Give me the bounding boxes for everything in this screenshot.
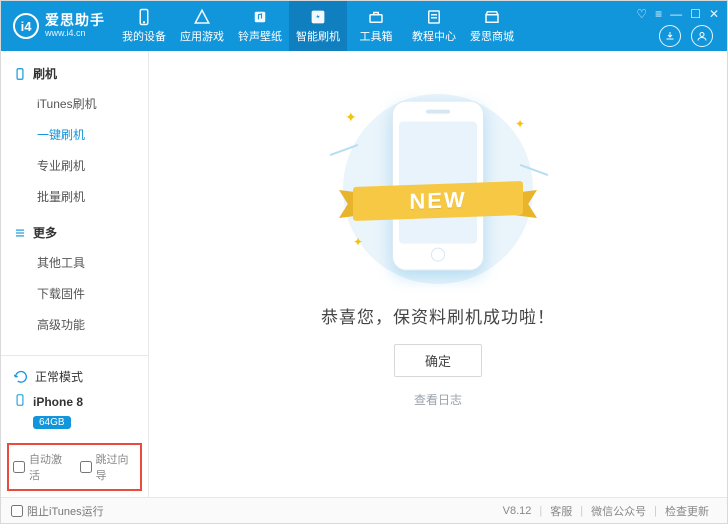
nav-smart-flash[interactable]: 智能刷机 [289, 1, 347, 51]
new-ribbon: NEW [353, 176, 523, 226]
book-icon [425, 8, 443, 26]
sidebar-item-oneclick-flash[interactable]: 一键刷机 [1, 119, 148, 150]
check-update-link[interactable]: 检查更新 [657, 503, 717, 519]
app-header: i4 爱思助手 www.i4.cn 我的设备 应用游戏 铃声壁纸 智能刷机 [1, 1, 727, 51]
music-icon [251, 8, 269, 26]
menu-icon [13, 226, 27, 240]
store-icon [483, 8, 501, 26]
sidebar-group-title: 更多 [33, 224, 57, 241]
phone-icon [13, 67, 27, 81]
device-mode-row[interactable]: 正常模式 [11, 364, 138, 393]
check-auto-activate-input[interactable] [13, 461, 25, 473]
device-icon [135, 8, 153, 26]
apps-icon [193, 8, 211, 26]
nav-apps[interactable]: 应用游戏 [173, 1, 231, 51]
device-row[interactable]: iPhone 8 [11, 393, 138, 414]
ribbon-text: NEW [409, 187, 466, 215]
app-logo: i4 爱思助手 www.i4.cn [1, 1, 115, 51]
main-content: ✦ ✦ ✦ NEW 恭喜您，保资料刷机成功啦！ 确定 查看日志 [149, 51, 727, 497]
toolbox-icon [367, 8, 385, 26]
nav-tutorials[interactable]: 教程中心 [405, 1, 463, 51]
ok-button[interactable]: 确定 [394, 344, 482, 377]
check-skip-wizard-input[interactable] [80, 461, 92, 473]
device-name: iPhone 8 [33, 395, 83, 409]
nav-label: 智能刷机 [296, 28, 340, 44]
top-nav: 我的设备 应用游戏 铃声壁纸 智能刷机 工具箱 教程中心 [115, 1, 636, 51]
sidebar-item-other-tools[interactable]: 其他工具 [1, 247, 148, 278]
view-log-link[interactable]: 查看日志 [414, 391, 462, 408]
logo-badge-icon: i4 [13, 13, 39, 39]
sidebar: 刷机 iTunes刷机 一键刷机 专业刷机 批量刷机 更多 其他工具 下载固件 … [1, 51, 149, 497]
nav-label: 工具箱 [360, 28, 393, 44]
device-mode-label: 正常模式 [35, 368, 83, 385]
flash-options-highlight: 自动激活 跳过向导 [7, 443, 142, 491]
nav-label: 铃声壁纸 [238, 28, 282, 44]
sidebar-group-more: 更多 [1, 220, 148, 247]
check-block-itunes[interactable]: 阻止iTunes运行 [11, 503, 104, 519]
nav-label: 我的设备 [122, 28, 166, 44]
status-bar: 阻止iTunes运行 V8.12 | 客服 | 微信公众号 | 检查更新 [1, 497, 727, 523]
close-icon[interactable]: ✕ [709, 7, 719, 21]
check-block-itunes-label: 阻止iTunes运行 [27, 503, 104, 519]
nav-label: 应用游戏 [180, 28, 224, 44]
sidebar-item-pro-flash[interactable]: 专业刷机 [1, 150, 148, 181]
maximize-icon[interactable]: ☐ [690, 7, 701, 21]
sidebar-group-flash: 刷机 [1, 61, 148, 88]
nav-label: 爱思商城 [470, 28, 514, 44]
app-name: 爱思助手 [45, 13, 105, 28]
sidebar-item-itunes-flash[interactable]: iTunes刷机 [1, 88, 148, 119]
nav-store[interactable]: 爱思商城 [463, 1, 521, 51]
sidebar-item-batch-flash[interactable]: 批量刷机 [1, 181, 148, 212]
sidebar-item-advanced[interactable]: 高级功能 [1, 309, 148, 340]
sparkle-icon: ✦ [353, 235, 363, 249]
nav-ringtones[interactable]: 铃声壁纸 [231, 1, 289, 51]
check-block-itunes-input[interactable] [11, 505, 23, 517]
skin-icon[interactable]: ♡ [636, 7, 647, 21]
account-button[interactable] [691, 25, 713, 47]
nav-my-device[interactable]: 我的设备 [115, 1, 173, 51]
support-link[interactable]: 客服 [542, 503, 580, 519]
check-auto-activate-label: 自动激活 [29, 451, 70, 483]
check-auto-activate[interactable]: 自动激活 [13, 451, 70, 483]
check-skip-wizard-label: 跳过向导 [96, 451, 137, 483]
success-message: 恭喜您，保资料刷机成功啦！ [321, 303, 555, 328]
version-label: V8.12 [495, 505, 540, 517]
download-button[interactable] [659, 25, 681, 47]
sidebar-device-panel: 正常模式 iPhone 8 64GB [1, 355, 148, 435]
menu-icon[interactable]: ≡ [655, 7, 662, 21]
refresh-icon [13, 369, 29, 385]
wechat-link[interactable]: 微信公众号 [583, 503, 654, 519]
sparkle-icon: ✦ [345, 109, 357, 126]
sidebar-item-download-firmware[interactable]: 下载固件 [1, 278, 148, 309]
nav-toolbox[interactable]: 工具箱 [347, 1, 405, 51]
flash-icon [309, 8, 327, 26]
app-url: www.i4.cn [45, 29, 105, 39]
sidebar-group-title: 刷机 [33, 65, 57, 82]
phone-icon [13, 393, 27, 410]
success-illustration: ✦ ✦ ✦ NEW [333, 89, 543, 289]
nav-label: 教程中心 [412, 28, 456, 44]
check-skip-wizard[interactable]: 跳过向导 [80, 451, 137, 483]
sparkle-icon: ✦ [515, 117, 525, 131]
window-controls: ♡ ≡ ― ☐ ✕ [636, 1, 727, 21]
storage-badge: 64GB [33, 416, 71, 429]
minimize-icon[interactable]: ― [670, 7, 682, 21]
